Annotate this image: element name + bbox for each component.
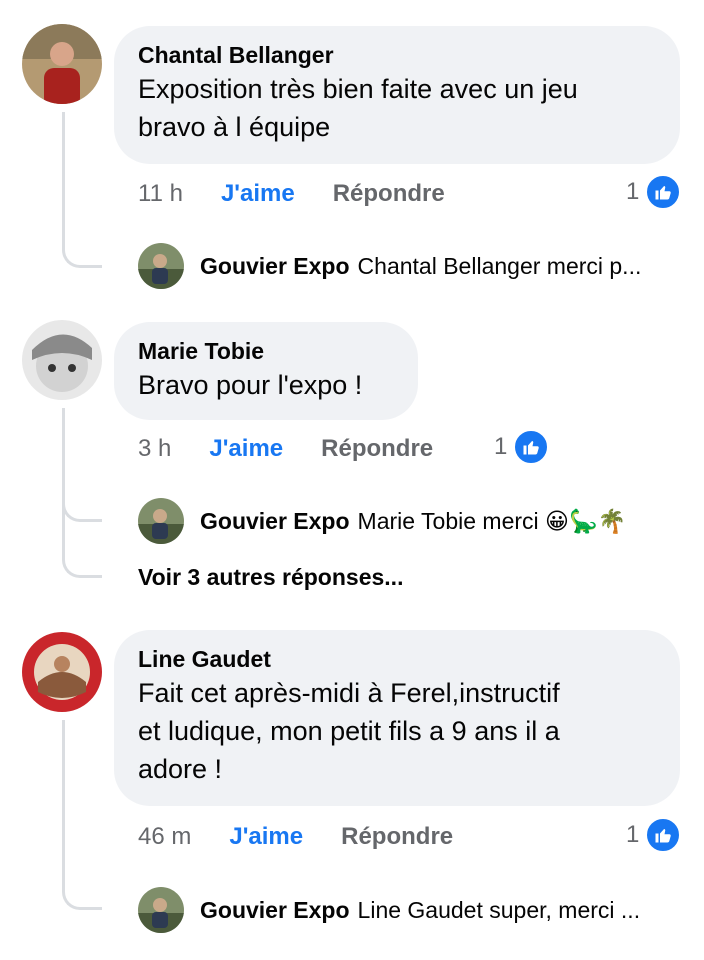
avatar-line[interactable] [22,632,102,712]
thread-line [62,112,102,268]
comment-text-line: et ludique, mon petit fils a 9 ans il a [138,716,560,746]
avatar-gouvier-expo[interactable] [138,243,184,289]
reply-text: Chantal Bellanger merci p... [357,252,642,279]
reply-button[interactable]: Répondre [341,823,453,851]
comment-actions: 11 h J'aime Répondre [138,174,445,214]
reaction-count[interactable]: 1 [626,172,682,212]
like-button[interactable]: J'aime [229,823,303,851]
thread-line [62,720,102,910]
view-more-replies-link[interactable]: Voir 3 autres réponses... [138,564,403,591]
reply-item[interactable]: Gouvier Expo Marie Tobie merci 😀🦕🌴 [138,497,626,545]
avatar-chantal[interactable] [22,24,102,104]
comment-text-line: Fait cet après-midi à Ferel,instructif [138,678,560,708]
comment-time[interactable]: 3 h [138,435,171,463]
comment-bubble: Chantal Bellanger Exposition très bien f… [114,26,680,164]
reply-button[interactable]: Répondre [321,435,433,463]
comment-text-line: bravo à l équipe [138,112,331,142]
comment-author[interactable]: Line Gaudet [138,644,656,674]
comment-time[interactable]: 11 h [138,180,183,208]
comment-actions: 3 h J'aime Répondre [138,429,433,469]
reaction-number: 1 [626,178,640,205]
comment-time[interactable]: 46 m [138,823,191,851]
like-button[interactable]: J'aime [221,180,295,208]
avatar-gouvier-expo[interactable] [138,887,184,933]
comment-text-line: Bravo pour l'expo ! [138,370,363,400]
reply-author[interactable]: Gouvier Expo [200,508,350,535]
reply-author[interactable]: Gouvier Expo [200,897,350,924]
comment-author[interactable]: Chantal Bellanger [138,40,656,70]
reply-button[interactable]: Répondre [333,180,445,208]
like-thumb-icon [513,429,550,465]
reply-item[interactable]: Gouvier Expo Chantal Bellanger merci p..… [138,242,641,290]
comment-author[interactable]: Marie Tobie [138,336,394,366]
like-thumb-icon [645,817,682,853]
thread-line [62,408,102,578]
reaction-count[interactable]: 1 [494,427,550,467]
avatar-gouvier-expo[interactable] [138,498,184,544]
comment-text-line: adore ! [138,754,223,784]
like-button[interactable]: J'aime [209,435,283,463]
avatar-marie[interactable] [22,320,102,400]
reply-author[interactable]: Gouvier Expo [200,253,350,280]
reaction-number: 1 [626,821,640,848]
comment-bubble: Marie Tobie Bravo pour l'expo ! [114,322,418,420]
reply-text: Marie Tobie merci 😀🦕🌴 [357,507,627,534]
comment-actions: 46 m J'aime Répondre [138,817,453,857]
reaction-count[interactable]: 1 [626,815,682,855]
reply-item[interactable]: Gouvier Expo Line Gaudet super, merci ..… [138,886,640,934]
reply-text: Line Gaudet super, merci ... [357,896,641,923]
comment-bubble: Line Gaudet Fait cet après-midi à Ferel,… [114,630,680,806]
reaction-number: 1 [494,433,508,460]
like-thumb-icon [645,174,682,210]
comment-text-line: Exposition très bien faite avec un jeu [138,74,578,104]
